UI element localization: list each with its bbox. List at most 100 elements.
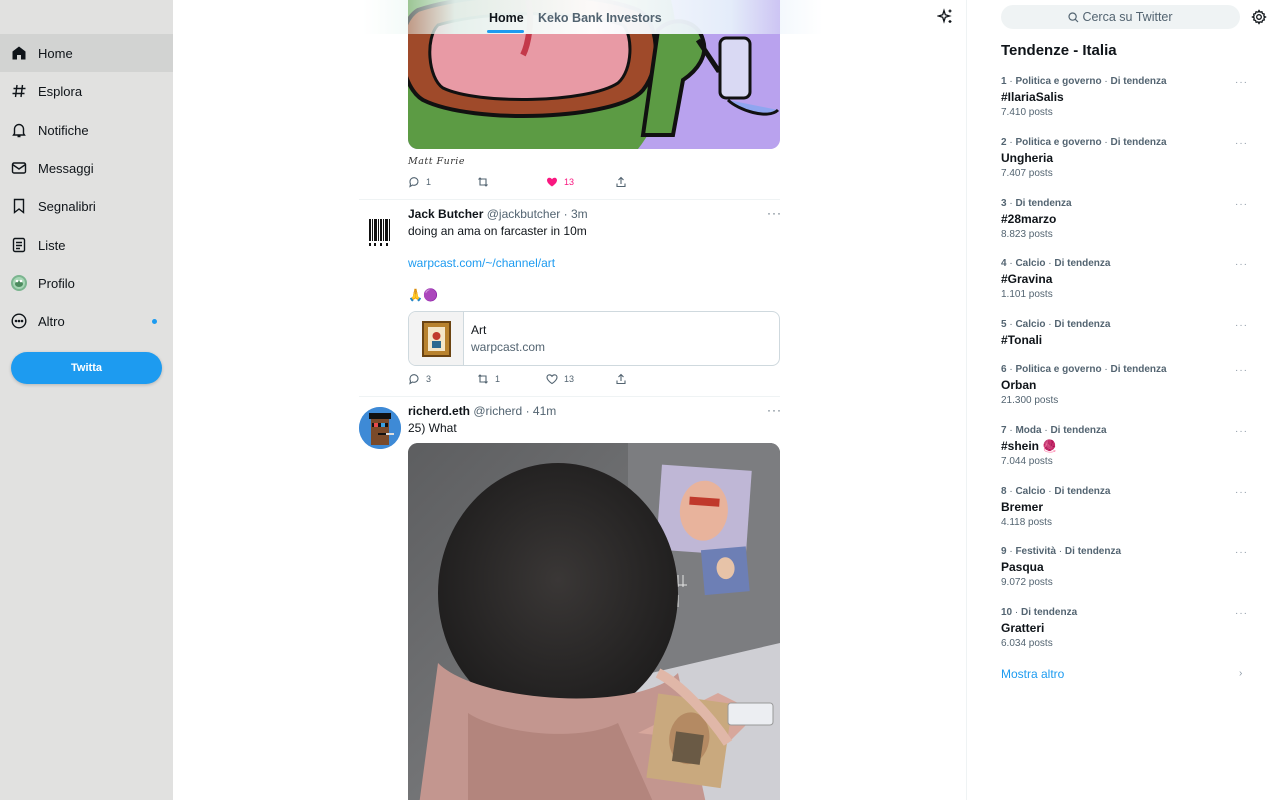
trend-name: #IlariaSalis bbox=[1001, 90, 1064, 104]
trend-meta: 1 · Politica e governo · Di tendenza bbox=[1001, 76, 1167, 87]
trend-meta: 5 · Calcio · Di tendenza bbox=[1001, 319, 1111, 330]
trend-item[interactable]: 10 · Di tendenza Gratteri 6.034 posts bbox=[1001, 607, 1251, 649]
trend-item[interactable]: 4 · Calcio · Di tendenza #Gravina 1.101 po… bbox=[1001, 258, 1251, 300]
trend-more-icon[interactable]: ··· bbox=[1235, 608, 1248, 619]
trend-more-icon[interactable]: ··· bbox=[1235, 199, 1248, 210]
sparkle-icon[interactable] bbox=[936, 8, 954, 25]
trend-more-icon[interactable]: ··· bbox=[1235, 259, 1248, 270]
tweet-time[interactable]: · 41m bbox=[526, 404, 557, 418]
search-input[interactable]: Cerca su Twitter bbox=[1001, 5, 1240, 29]
trend-category: Politica e governo bbox=[1015, 76, 1102, 87]
like-count: 13 bbox=[564, 177, 575, 187]
heart-icon bbox=[546, 374, 558, 385]
trend-category: Calcio bbox=[1015, 486, 1046, 497]
tweet-image[interactable] bbox=[408, 443, 780, 800]
sidebar-item-home[interactable]: Home bbox=[0, 34, 173, 72]
sidebar: Home Esplora Notifiche Messaggi Segnalib… bbox=[0, 0, 173, 800]
author-handle[interactable]: @jackbutcher bbox=[487, 207, 561, 221]
trend-more-icon[interactable]: ··· bbox=[1235, 77, 1248, 88]
search-placeholder: Cerca su Twitter bbox=[1082, 10, 1173, 24]
trend-category: Festività bbox=[1015, 546, 1057, 557]
tweet-link[interactable]: warpcast.com/~/channel/art bbox=[408, 256, 555, 270]
trend-item[interactable]: 9 · Festività · Di tendenza Pasqua 9.072 p… bbox=[1001, 546, 1251, 588]
home-icon bbox=[11, 45, 27, 61]
sidebar-item-profilo[interactable]: Profilo bbox=[0, 264, 173, 302]
trend-meta: 9 · Festività · Di tendenza bbox=[1001, 546, 1122, 557]
tweet-button[interactable]: Twitta bbox=[11, 352, 162, 384]
retweet-icon bbox=[478, 374, 488, 384]
sidebar-item-segnalibri[interactable]: Segnalibri bbox=[0, 187, 173, 225]
trend-rank: 2 bbox=[1001, 137, 1007, 148]
share-button[interactable] bbox=[615, 373, 633, 385]
link-card[interactable]: Art warpcast.com bbox=[408, 311, 780, 366]
trend-post-count: 6.034 posts bbox=[1001, 638, 1053, 649]
avatar[interactable] bbox=[359, 407, 401, 449]
trend-category: Moda bbox=[1015, 425, 1042, 436]
image-caption: Matt Furie bbox=[408, 156, 465, 167]
trend-rank: 9 bbox=[1001, 546, 1007, 557]
trend-rank: 1 bbox=[1001, 76, 1007, 87]
sidebar-item-messaggi[interactable]: Messaggi bbox=[0, 149, 173, 187]
author-name[interactable]: richerd.eth bbox=[408, 404, 470, 418]
tweet-text: doing an ama on farcaster in 10m bbox=[408, 224, 587, 238]
reply-button[interactable]: 3 bbox=[408, 373, 431, 385]
sidebar-item-label: Liste bbox=[38, 238, 66, 253]
trend-status: Di tendenza bbox=[1054, 486, 1111, 497]
like-button[interactable]: 13 bbox=[546, 373, 574, 385]
trend-status: Di tendenza bbox=[1015, 198, 1072, 209]
tweet-more-icon[interactable]: ··· bbox=[767, 403, 782, 417]
sidebar-item-liste[interactable]: Liste bbox=[0, 226, 173, 264]
share-button[interactable] bbox=[615, 176, 633, 188]
trend-meta: 6 · Politica e governo · Di tendenza bbox=[1001, 364, 1167, 375]
more-circle-icon bbox=[11, 313, 27, 329]
trend-more-icon[interactable]: ··· bbox=[1235, 547, 1248, 558]
retweet-button[interactable] bbox=[477, 176, 495, 188]
trend-more-icon[interactable]: ··· bbox=[1235, 426, 1248, 437]
trend-meta: 8 · Calcio · Di tendenza bbox=[1001, 486, 1111, 497]
trend-name: #28marzo bbox=[1001, 212, 1057, 226]
reply-count: 1 bbox=[426, 177, 432, 187]
trend-item[interactable]: 2 · Politica e governo · Di tendenza Ungh… bbox=[1001, 137, 1251, 179]
trend-name: Pasqua bbox=[1001, 560, 1044, 574]
sidebar-item-label: Profilo bbox=[38, 276, 75, 291]
trend-item[interactable]: 8 · Calcio · Di tendenza Bremer 4.118 post… bbox=[1001, 486, 1251, 528]
show-more-link[interactable]: Mostra altro bbox=[1001, 667, 1064, 681]
gear-icon[interactable] bbox=[1251, 9, 1267, 25]
trend-more-icon[interactable]: ··· bbox=[1235, 320, 1248, 331]
trend-item[interactable]: 6 · Politica e governo · Di tendenza Orba… bbox=[1001, 364, 1251, 406]
tweet-text: 25) What bbox=[408, 421, 457, 435]
trend-category: Calcio bbox=[1015, 319, 1046, 330]
avatar[interactable] bbox=[359, 211, 401, 253]
barcode-avatar-image bbox=[359, 211, 401, 253]
author-name[interactable]: Jack Butcher bbox=[408, 207, 483, 221]
timeline: Home Keko Bank Investors Matt Furie 1 13… bbox=[173, 0, 967, 800]
trend-more-icon[interactable]: ··· bbox=[1235, 365, 1248, 376]
trend-meta: 2 · Politica e governo · Di tendenza bbox=[1001, 137, 1167, 148]
trend-post-count: 4.118 posts bbox=[1001, 517, 1052, 528]
sidebar-item-altro[interactable]: Altro bbox=[0, 302, 173, 340]
trend-item[interactable]: 3 · Di tendenza #28marzo 8.823 posts bbox=[1001, 198, 1251, 240]
trend-status: Di tendenza bbox=[1110, 137, 1167, 148]
trend-item[interactable]: 7 · Moda · Di tendenza #shein 🧶 7.044 post… bbox=[1001, 425, 1251, 467]
tweet-time[interactable]: · 3m bbox=[564, 207, 588, 221]
heart-filled-icon bbox=[547, 177, 557, 187]
tweet-header: Jack Butcher @jackbutcher · 3m bbox=[408, 207, 588, 221]
active-tab-indicator bbox=[487, 30, 524, 33]
reply-button[interactable]: 1 bbox=[408, 176, 431, 188]
like-button[interactable]: 13 bbox=[546, 176, 574, 188]
trend-item[interactable]: 1 · Politica e governo · Di tendenza #Ila… bbox=[1001, 76, 1251, 118]
sidebar-item-esplora[interactable]: Esplora bbox=[0, 72, 173, 110]
tab-home[interactable]: Home bbox=[489, 11, 524, 25]
trend-item[interactable]: 5 · Calcio · Di tendenza #Tonali bbox=[1001, 319, 1251, 347]
trend-post-count: 7.044 posts bbox=[1001, 456, 1053, 467]
trend-name: Ungheria bbox=[1001, 151, 1054, 165]
trend-more-icon[interactable]: ··· bbox=[1235, 487, 1248, 498]
tweet-more-icon[interactable]: ··· bbox=[767, 206, 782, 220]
retweet-button[interactable]: 1 bbox=[477, 373, 500, 385]
tweet-emojis: 🙏🟣 bbox=[408, 288, 438, 302]
trend-more-icon[interactable]: ··· bbox=[1235, 138, 1248, 149]
trend-status: Di tendenza bbox=[1021, 607, 1078, 618]
tab-keko-bank-investors[interactable]: Keko Bank Investors bbox=[538, 11, 662, 25]
sidebar-item-notifiche[interactable]: Notifiche bbox=[0, 111, 173, 149]
author-handle[interactable]: @richerd bbox=[473, 404, 522, 418]
